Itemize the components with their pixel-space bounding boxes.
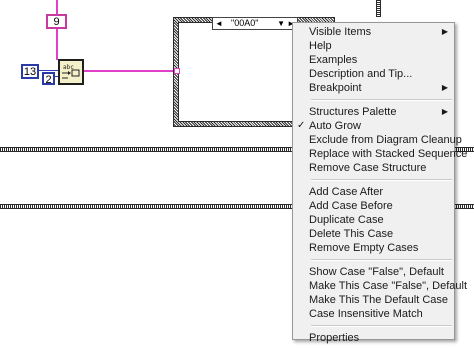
menu-item-examples[interactable]: Examples	[293, 53, 454, 67]
menu-item-replace-with-stacked-sequence[interactable]: Replace with Stacked Sequence	[293, 147, 467, 161]
menu-item-label: Help	[309, 40, 332, 52]
menu-item-label: Breakpoint	[309, 82, 362, 94]
case-selector-terminal[interactable]	[174, 68, 180, 74]
outer-structure-right-edge	[376, 0, 381, 17]
menu-item-show-case-false-default[interactable]: Show Case "False", Default	[293, 265, 454, 279]
menu-separator	[311, 99, 452, 101]
menu-item-duplicate-case[interactable]: Duplicate Case	[293, 213, 454, 227]
case-selector-value: "00A0"	[231, 18, 259, 28]
menu-item-delete-this-case[interactable]: Delete This Case	[293, 227, 454, 241]
pink-wire-horizontal	[84, 70, 176, 72]
menu-item-label: Description and Tip...	[309, 68, 413, 80]
pink-wire-vertical	[56, 0, 58, 14]
menu-item-label: Add Case After	[309, 186, 383, 198]
submenu-arrow-icon: ▶	[441, 107, 448, 116]
menu-item-breakpoint[interactable]: Breakpoint ▶	[293, 81, 454, 95]
menu-item-auto-grow[interactable]: ✓ Auto Grow	[293, 119, 454, 133]
menu-item-description-and-tip[interactable]: Description and Tip...	[293, 67, 454, 81]
menu-item-remove-empty-cases[interactable]: Remove Empty Cases	[293, 241, 454, 255]
menu-item-exclude-from-diagram-cleanup[interactable]: Exclude from Diagram Cleanup	[293, 133, 462, 147]
numeric-constant-13[interactable]: 13	[21, 64, 39, 79]
menu-item-add-case-after[interactable]: Add Case After	[293, 185, 454, 199]
menu-item-label: Duplicate Case	[309, 214, 384, 226]
menu-item-label: Make This The Default Case	[309, 294, 448, 306]
menu-item-help[interactable]: Help	[293, 39, 454, 53]
numeric-constant-9[interactable]: 9	[46, 14, 67, 29]
submenu-arrow-icon: ▶	[441, 27, 448, 36]
numeric-constant-2[interactable]: 2	[42, 72, 55, 86]
menu-item-add-case-before[interactable]: Add Case Before	[293, 199, 454, 213]
checkmark-icon: ✓	[297, 120, 306, 131]
menu-item-label: Delete This Case	[309, 228, 394, 240]
constant-value: 13	[23, 66, 37, 78]
string-subset-node[interactable]: abc	[58, 59, 84, 85]
menu-separator	[311, 179, 452, 181]
menu-item-label: Auto Grow	[309, 120, 361, 132]
constant-value: 9	[53, 16, 60, 28]
menu-separator	[311, 259, 452, 261]
menu-item-remove-case-structure[interactable]: Remove Case Structure	[293, 161, 454, 175]
menu-item-make-this-the-default-case[interactable]: Make This The Default Case	[293, 293, 454, 307]
menu-item-label: Remove Case Structure	[309, 162, 427, 174]
menu-item-case-insensitive-match[interactable]: Case Insensitive Match	[293, 307, 454, 321]
menu-separator	[311, 325, 452, 327]
blue-wire-1	[37, 70, 59, 71]
menu-item-label: Case Insensitive Match	[309, 308, 423, 320]
menu-item-label: Make This Case "False", Default	[309, 280, 468, 292]
menu-item-label: Exclude from Diagram Cleanup	[309, 134, 462, 146]
menu-item-label: Remove Empty Cases	[309, 242, 419, 254]
menu-item-visible-items[interactable]: Visible Items ▶	[293, 25, 454, 39]
menu-item-structures-palette[interactable]: Structures Palette ▶	[293, 105, 454, 119]
constant-value: 2	[45, 74, 52, 86]
case-selector-label[interactable]: ◄ "00A0" ▼ ►	[212, 17, 298, 30]
menu-item-make-this-case-false-default[interactable]: Make This Case "False", Default	[293, 279, 467, 293]
pink-wire-vertical-2	[56, 28, 58, 60]
menu-item-label: Show Case "False", Default	[309, 266, 444, 278]
string-subset-icon: abc	[62, 64, 80, 79]
submenu-arrow-icon: ▶	[441, 83, 448, 92]
menu-item-properties[interactable]: Properties	[293, 331, 454, 345]
decrement-case-icon[interactable]: ◄	[215, 18, 223, 29]
menu-item-label: Replace with Stacked Sequence	[309, 148, 468, 160]
menu-item-label: Examples	[309, 54, 358, 66]
menu-item-label: Visible Items	[309, 26, 372, 38]
case-dropdown-icon[interactable]: ▼	[277, 18, 285, 29]
menu-item-label: Structures Palette	[309, 106, 397, 118]
menu-item-label: Properties	[309, 332, 360, 344]
menu-item-label: Add Case Before	[309, 200, 393, 212]
context-menu: Visible Items ▶ Help Examples Description an…	[292, 22, 467, 344]
